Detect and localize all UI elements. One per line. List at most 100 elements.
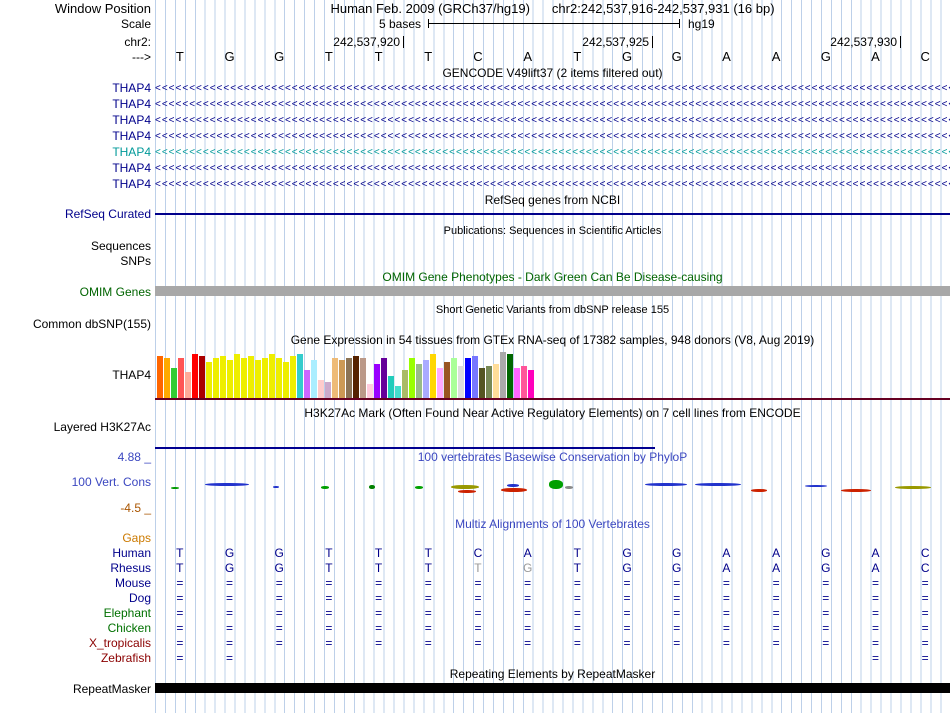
gtex-tissue-bar[interactable] xyxy=(437,368,443,398)
gencode-gene-row[interactable]: THAP4 <<<<<<<<<<<<<<<<<<<<<<<<<<<<<<<<<<<… xyxy=(0,81,950,96)
gtex-gene-label[interactable]: THAP4 xyxy=(0,368,151,382)
refseq-gene-line[interactable] xyxy=(155,213,950,215)
repeatmasker-track[interactable] xyxy=(155,682,950,696)
gtex-tissue-bar[interactable] xyxy=(262,358,268,398)
species-label[interactable]: Mouse xyxy=(0,576,151,590)
gtex-tissue-bar[interactable] xyxy=(248,356,254,398)
gtex-tissue-bar[interactable] xyxy=(444,362,450,398)
gtex-tissue-bar[interactable] xyxy=(220,356,226,398)
multiz-species-row[interactable]: Mouse = = = = = = = = = = = = = = = = xyxy=(0,576,950,591)
gtex-tissue-bar[interactable] xyxy=(227,360,233,398)
gtex-tissue-bar[interactable] xyxy=(311,360,317,398)
gtex-tissue-bar[interactable] xyxy=(332,358,338,398)
gtex-tissue-bar[interactable] xyxy=(395,386,401,398)
gtex-tissue-bar[interactable] xyxy=(255,360,261,398)
gtex-tissue-bar[interactable] xyxy=(465,358,471,398)
publications-sequences-row[interactable]: Sequences xyxy=(0,239,950,253)
omim-genes-row[interactable]: OMIM Genes xyxy=(0,285,950,299)
gtex-tissue-bar[interactable] xyxy=(213,358,219,398)
gtex-tissue-bar[interactable] xyxy=(283,362,289,398)
multiz-species-row[interactable]: Elephant = = = = = = = = = = = = = = = = xyxy=(0,606,950,621)
gtex-tissue-bar[interactable] xyxy=(479,368,485,398)
gtex-tissue-bar[interactable] xyxy=(185,372,191,398)
gtex-gene-baseline[interactable] xyxy=(155,398,950,400)
gtex-tissue-bar[interactable] xyxy=(318,380,324,398)
dbsnp-row[interactable]: Common dbSNP(155) xyxy=(0,317,950,331)
gtex-tissue-bar[interactable] xyxy=(507,354,513,398)
gtex-tissue-bar[interactable] xyxy=(164,358,170,398)
conservation-label[interactable]: 100 Vert. Cons xyxy=(0,475,151,489)
h3k27ac-row[interactable]: Layered H3K27Ac xyxy=(0,420,950,434)
gtex-tissue-bar[interactable] xyxy=(528,370,534,398)
conservation-wiggle-track[interactable] xyxy=(155,470,950,498)
gencode-gene-model[interactable]: <<<<<<<<<<<<<<<<<<<<<<<<<<<<<<<<<<<<<<<<… xyxy=(155,81,950,96)
gencode-gene-label[interactable]: THAP4 xyxy=(0,161,151,175)
gencode-gene-label[interactable]: THAP4 xyxy=(0,177,151,191)
gtex-tissue-bar[interactable] xyxy=(423,360,429,398)
species-label[interactable]: Dog xyxy=(0,591,151,605)
gencode-gene-label[interactable]: THAP4 xyxy=(0,113,151,127)
gtex-tissue-bar[interactable] xyxy=(472,356,478,398)
gencode-gene-label[interactable]: THAP4 xyxy=(0,129,151,143)
gencode-gene-model[interactable]: <<<<<<<<<<<<<<<<<<<<<<<<<<<<<<<<<<<<<<<<… xyxy=(155,129,950,144)
refseq-curated-row[interactable]: RefSeq Curated xyxy=(0,207,950,221)
gtex-tissue-bar[interactable] xyxy=(402,370,408,398)
repeatmasker-label[interactable]: RepeatMasker xyxy=(0,682,151,696)
multiz-species-row[interactable]: Chicken = = = = = = = = = = = = = = = = xyxy=(0,621,950,636)
gencode-gene-row[interactable]: THAP4 <<<<<<<<<<<<<<<<<<<<<<<<<<<<<<<<<<<… xyxy=(0,129,950,144)
gtex-tissue-bar[interactable] xyxy=(178,358,184,398)
multiz-species-row[interactable]: Zebrafish = = = = xyxy=(0,651,950,666)
gencode-gene-row[interactable]: THAP4 <<<<<<<<<<<<<<<<<<<<<<<<<<<<<<<<<<<… xyxy=(0,161,950,176)
species-label[interactable]: Zebrafish xyxy=(0,651,151,665)
multiz-species-row[interactable]: Human T G G T T T C A T G G A A G A C xyxy=(0,546,950,561)
multiz-species-row[interactable]: X_tropicalis = = = = = = = = = = = = = = = = xyxy=(0,636,950,651)
gtex-tissue-bar[interactable] xyxy=(430,354,436,398)
gtex-expression-row[interactable]: THAP4 xyxy=(0,350,950,400)
gtex-tissue-bar[interactable] xyxy=(241,358,247,398)
gtex-tissue-bar[interactable] xyxy=(157,356,163,398)
species-label[interactable]: Rhesus xyxy=(0,561,151,575)
gtex-tissue-bar[interactable] xyxy=(514,368,520,398)
h3k27ac-signal-line[interactable] xyxy=(155,447,655,449)
gtex-tissue-bar[interactable] xyxy=(171,368,177,398)
h3k27ac-label[interactable]: Layered H3K27Ac xyxy=(0,420,151,434)
gtex-tissue-bar[interactable] xyxy=(269,354,275,398)
gtex-tissue-bar[interactable] xyxy=(521,366,527,398)
gtex-tissue-bar[interactable] xyxy=(367,384,373,398)
dbsnp-label[interactable]: Common dbSNP(155) xyxy=(0,317,151,331)
gtex-tissue-bar[interactable] xyxy=(290,356,296,398)
gtex-tissue-bar[interactable] xyxy=(353,356,359,398)
omim-genes-track[interactable] xyxy=(155,285,950,299)
coordinates-track[interactable]: 242,537,920 242,537,925 242,537,930 xyxy=(155,35,950,49)
gtex-tissue-bar[interactable] xyxy=(451,358,457,398)
gencode-gene-row[interactable]: THAP4 <<<<<<<<<<<<<<<<<<<<<<<<<<<<<<<<<<<… xyxy=(0,113,950,128)
gaps-label[interactable]: Gaps xyxy=(0,531,151,545)
gtex-tissue-bar[interactable] xyxy=(339,360,345,398)
gtex-tissue-bar[interactable] xyxy=(304,370,310,398)
multiz-species-row[interactable]: Dog = = = = = = = = = = = = = = = = xyxy=(0,591,950,606)
gencode-gene-model[interactable]: <<<<<<<<<<<<<<<<<<<<<<<<<<<<<<<<<<<<<<<<… xyxy=(155,145,950,160)
snps-label[interactable]: SNPs xyxy=(0,254,151,268)
gencode-gene-label[interactable]: THAP4 xyxy=(0,145,151,159)
gtex-tissue-bar[interactable] xyxy=(206,362,212,398)
gtex-tissue-bar[interactable] xyxy=(360,358,366,398)
omim-gene-bar[interactable] xyxy=(155,286,950,296)
gencode-gene-model[interactable]: <<<<<<<<<<<<<<<<<<<<<<<<<<<<<<<<<<<<<<<<… xyxy=(155,177,950,192)
gencode-gene-model[interactable]: <<<<<<<<<<<<<<<<<<<<<<<<<<<<<<<<<<<<<<<<… xyxy=(155,97,950,112)
gtex-tissue-bar[interactable] xyxy=(346,358,352,398)
gtex-tissue-bar[interactable] xyxy=(199,356,205,398)
publications-snps-row[interactable]: SNPs xyxy=(0,254,950,268)
gtex-tissue-bars[interactable] xyxy=(157,352,534,398)
sequences-label[interactable]: Sequences xyxy=(0,239,151,253)
repeatmasker-row[interactable]: RepeatMasker xyxy=(0,682,950,696)
gtex-tissue-bar[interactable] xyxy=(192,354,198,398)
gtex-tissue-bar[interactable] xyxy=(374,364,380,398)
species-label[interactable]: Elephant xyxy=(0,606,151,620)
multiz-species-row[interactable]: Rhesus T G G T T T T G T G G A A G A C xyxy=(0,561,950,576)
gtex-tissue-bar[interactable] xyxy=(409,358,415,398)
gtex-tissue-bar[interactable] xyxy=(416,364,422,398)
gtex-tissue-bar[interactable] xyxy=(325,382,331,398)
refseq-curated-label[interactable]: RefSeq Curated xyxy=(0,207,151,221)
multiz-gaps-row[interactable]: Gaps xyxy=(0,531,950,545)
gtex-tissue-bar[interactable] xyxy=(388,376,394,398)
